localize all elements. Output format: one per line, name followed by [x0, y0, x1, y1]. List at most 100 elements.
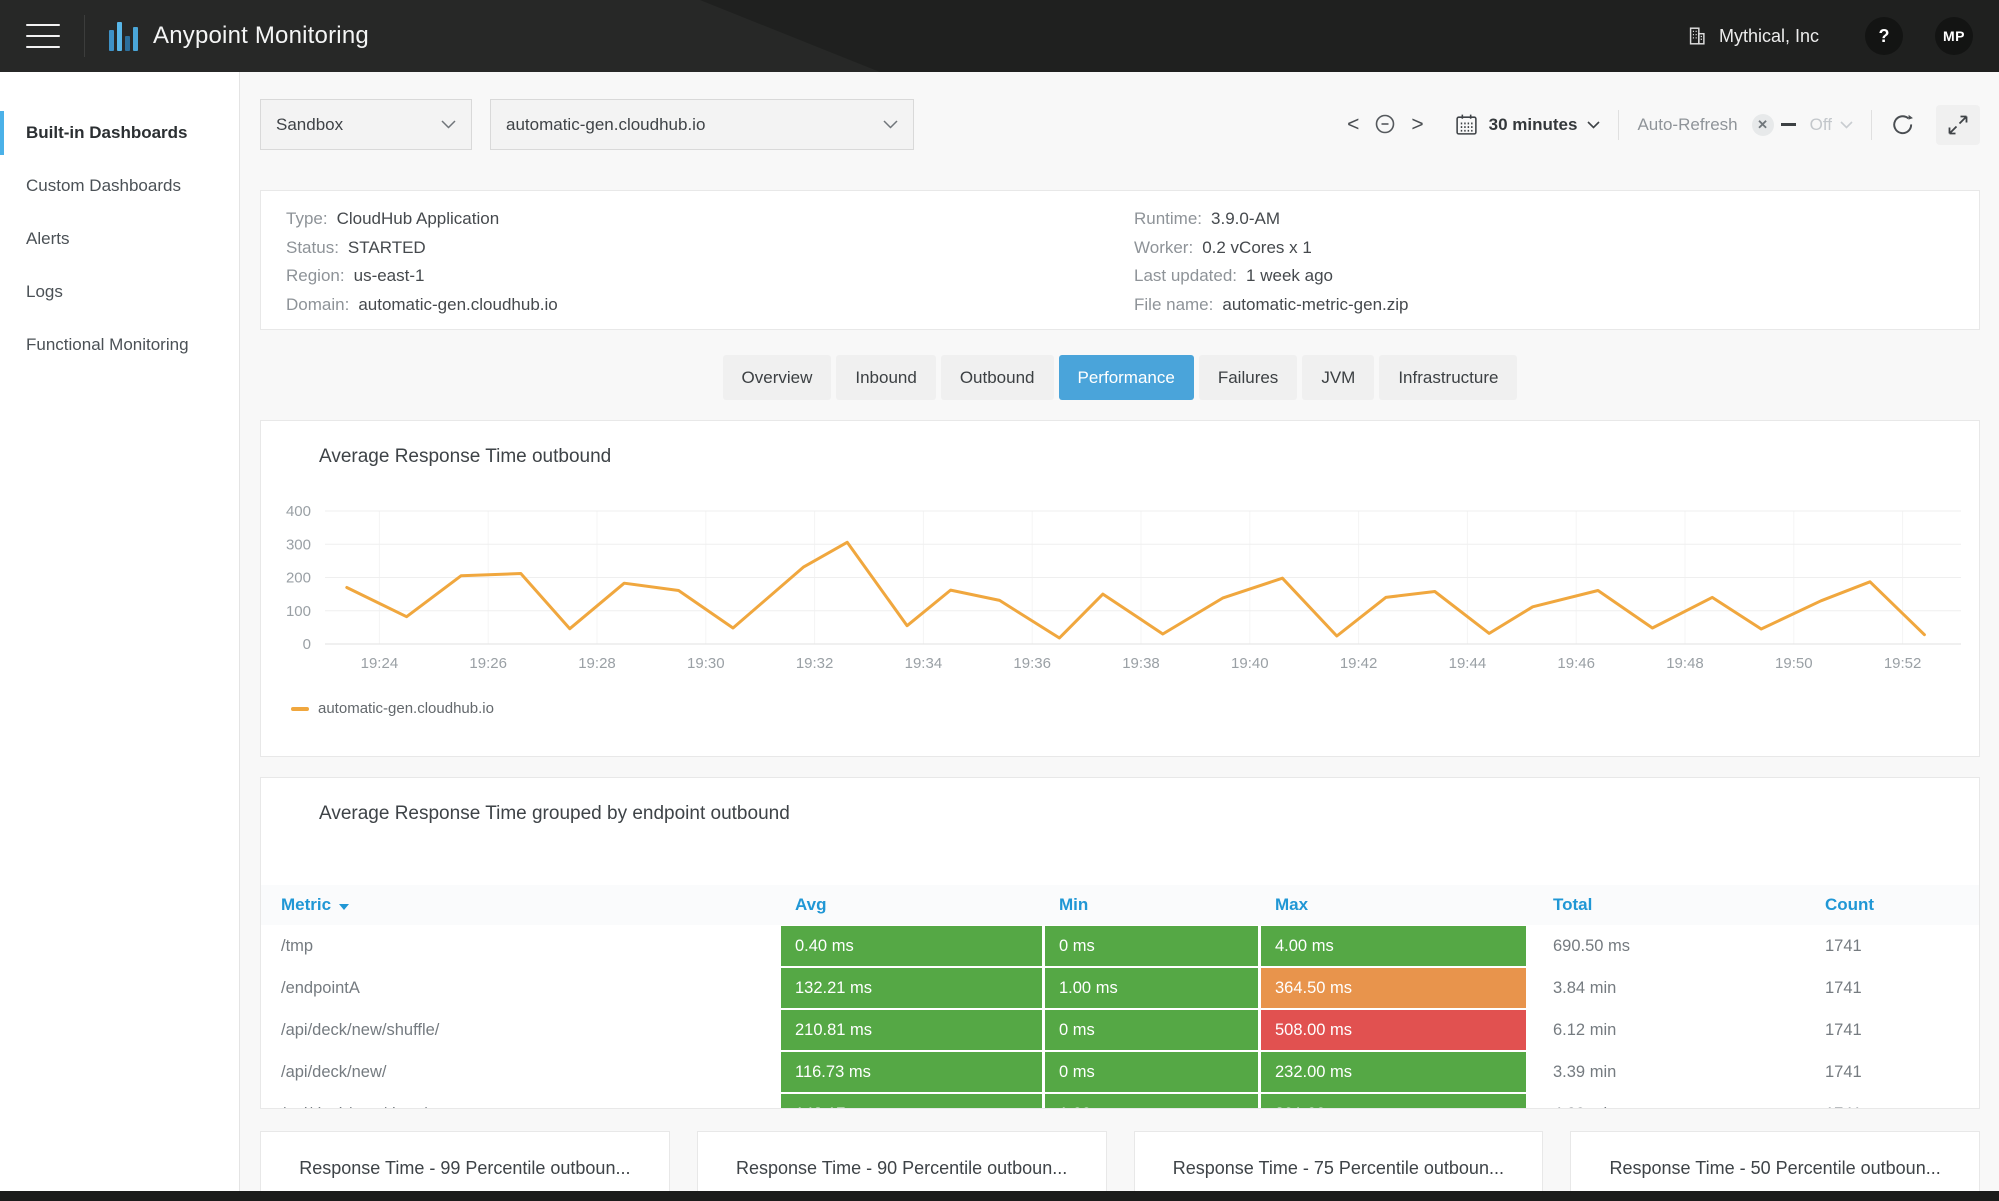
organization-name: Mythical, Inc — [1718, 25, 1819, 46]
sidebar-item-functional-monitoring[interactable]: Functional Monitoring — [0, 318, 239, 371]
time-back-button[interactable]: < — [1341, 113, 1365, 137]
info-label: Worker: — [1134, 237, 1194, 257]
svg-text:19:30: 19:30 — [687, 655, 725, 672]
svg-text:200: 200 — [286, 570, 311, 587]
sidebar-item-alerts[interactable]: Alerts — [0, 212, 239, 265]
info-value: automatic-gen.cloudhub.io — [358, 294, 558, 314]
toolbar-divider — [1618, 109, 1620, 140]
svg-text:19:34: 19:34 — [905, 655, 943, 672]
info-field-status: Status: STARTED — [286, 234, 558, 263]
max-cell: 364.50 ms — [1261, 968, 1526, 1008]
info-value: 0.2 vCores x 1 — [1202, 237, 1312, 257]
toggle-dash-icon — [1780, 123, 1796, 126]
response-time-chart-panel: Average Response Time outbound 0 100 200 30… — [260, 420, 1980, 757]
organization-switcher[interactable]: Mythical, Inc — [1686, 25, 1819, 47]
min-cell: 0 ms — [1045, 1052, 1258, 1092]
tab-infrastructure[interactable]: Infrastructure — [1379, 355, 1518, 400]
hamburger-menu-icon[interactable] — [26, 24, 60, 48]
legend-item[interactable]: automatic-gen.cloudhub.io — [291, 700, 494, 717]
tab-outbound[interactable]: Outbound — [940, 355, 1054, 400]
info-value: 3.9.0-AM — [1211, 209, 1281, 228]
avg-cell: 116.73 ms — [781, 1052, 1042, 1092]
clear-x-icon[interactable]: ✕ — [1751, 113, 1774, 136]
top-header-bar: Anypoint Monitoring Mythical, Inc ? MP — [0, 0, 1999, 72]
max-cell: 508.00 ms — [1261, 1010, 1526, 1050]
min-cell: 0 ms — [1045, 926, 1258, 966]
percentile-card-title: Response Time - 90 Percentile outboun... — [736, 1158, 1068, 1178]
tab-overview[interactable]: Overview — [722, 355, 832, 400]
info-field-file-name: File name: automatic-metric-gen.zip — [1134, 291, 1409, 320]
avg-cell: 132.21 ms — [781, 968, 1042, 1008]
sort-caret-icon — [339, 904, 350, 910]
table-row: /tmp 0.40 ms 0 ms 4.00 ms 690.50 ms 1741 — [261, 925, 1979, 967]
info-field-last-updated: Last updated: 1 week ago — [1134, 262, 1409, 291]
time-range-picker[interactable]: 30 minutes — [1454, 112, 1601, 137]
time-forward-button[interactable]: > — [1405, 113, 1429, 137]
header-divider — [84, 15, 85, 57]
anypoint-monitoring-screen: Anypoint Monitoring Mythical, Inc ? MP B… — [0, 0, 1999, 1201]
tab-performance[interactable]: Performance — [1058, 355, 1194, 400]
svg-text:19:40: 19:40 — [1231, 655, 1269, 672]
info-label: Type: — [286, 209, 328, 228]
auto-refresh-state: Off — [1809, 114, 1832, 134]
table-header-avg[interactable]: Avg — [781, 885, 1045, 925]
environment-select[interactable]: Sandbox — [260, 99, 472, 150]
info-label: File name: — [1134, 294, 1214, 314]
application-select[interactable]: automatic-gen.cloudhub.io — [490, 99, 914, 150]
tab-failures[interactable]: Failures — [1198, 355, 1298, 400]
svg-text:19:24: 19:24 — [361, 655, 399, 672]
svg-text:19:52: 19:52 — [1884, 655, 1922, 672]
auto-refresh-toggle[interactable]: ✕ — [1751, 113, 1796, 136]
dashboard-tabs: Overview Inbound Outbound Performance Failur… — [260, 355, 1980, 400]
endpoint-table-panel: Average Response Time grouped by endpoin… — [260, 777, 1980, 1109]
table-header-count[interactable]: Count — [1801, 885, 1979, 925]
info-value: CloudHub Application — [336, 209, 500, 228]
zoom-out-button[interactable] — [1372, 112, 1398, 138]
help-button[interactable]: ? — [1865, 17, 1903, 55]
svg-text:19:44: 19:44 — [1449, 655, 1487, 672]
sidebar-item-built-in-dashboards[interactable]: Built-in Dashboards — [0, 106, 239, 159]
legend-series-dash — [291, 706, 309, 711]
count-cell: 1741 — [1825, 937, 1862, 955]
avg-cell: 143.17 ms — [781, 1094, 1042, 1108]
table-header-total[interactable]: Total — [1529, 885, 1801, 925]
total-cell: 3.39 min — [1553, 1063, 1617, 1081]
sidebar-item-custom-dashboards[interactable]: Custom Dashboards — [0, 159, 239, 212]
dashboard-toolbar: Sandbox automatic-gen.cloudhub.io < > 30… — [260, 99, 1980, 150]
table-header-min[interactable]: Min — [1045, 885, 1261, 925]
table-header-metric[interactable]: Metric — [261, 885, 781, 925]
svg-text:19:28: 19:28 — [578, 655, 616, 672]
count-cell: 1741 — [1825, 1063, 1862, 1081]
fullscreen-button[interactable] — [1936, 104, 1980, 145]
percentile-card-title: Response Time - 50 Percentile outboun... — [1609, 1158, 1941, 1178]
min-cell: 0 ms — [1045, 1010, 1258, 1050]
info-value: STARTED — [347, 237, 426, 257]
info-label: Status: — [286, 237, 339, 257]
total-cell: 690.50 ms — [1553, 937, 1631, 955]
app-title: Anypoint Monitoring — [153, 22, 369, 49]
tab-inbound[interactable]: Inbound — [836, 355, 936, 400]
auto-refresh-interval-select[interactable]: Off — [1810, 115, 1853, 135]
metric-cell: /tmp — [281, 937, 314, 955]
svg-text:19:46: 19:46 — [1557, 655, 1595, 672]
svg-text:300: 300 — [286, 536, 311, 553]
info-label: Runtime: — [1134, 209, 1203, 228]
table-row: /api/deck/new/draw/143.17 ms1.00 ms391.0… — [261, 1093, 1979, 1108]
avg-cell: 210.81 ms — [781, 1010, 1042, 1050]
max-cell: 391.00 ms — [1261, 1094, 1526, 1108]
metric-cell: /api/deck/new/shuffle/ — [281, 1021, 440, 1039]
table-row: /api/deck/new/116.73 ms 0 ms 232.00 ms 3.39… — [261, 1051, 1979, 1093]
count-cell: 1741 — [1801, 1093, 1979, 1108]
avatar[interactable]: MP — [1935, 17, 1973, 55]
toolbar-divider — [1871, 109, 1872, 140]
sidebar-item-logs[interactable]: Logs — [0, 265, 239, 318]
table-header-max[interactable]: Max — [1261, 885, 1529, 925]
chart-title: Average Response Time outbound — [319, 446, 612, 467]
info-field-type: Type: CloudHub Application — [286, 205, 558, 234]
metric-cell: /endpointA — [281, 979, 360, 997]
line-chart: 0 100 200 300 400 19:24 19:26 19:28 19:30 19:32 19… — [261, 496, 1979, 686]
table-row: /api/deck/new/shuffle/210.81 ms 0 ms 508.0… — [261, 1009, 1979, 1051]
refresh-button[interactable] — [1890, 112, 1916, 138]
total-cell: 6.12 min — [1553, 1021, 1617, 1039]
tab-jvm[interactable]: JVM — [1302, 355, 1375, 400]
